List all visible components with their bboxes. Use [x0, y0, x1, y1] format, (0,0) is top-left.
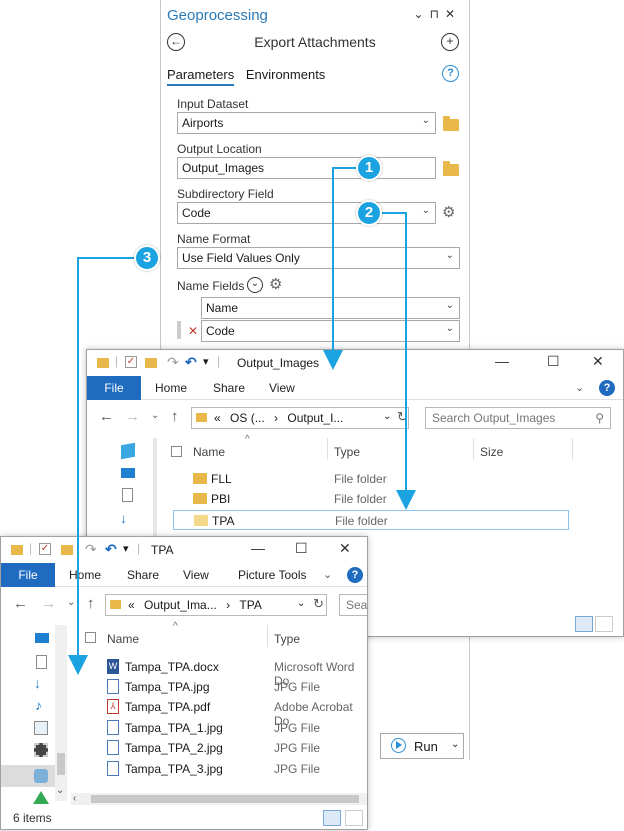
callout-1: 1: [356, 155, 382, 181]
callout-3: 3: [134, 245, 160, 271]
callout-2: 2: [356, 200, 382, 226]
callout-arrows: [68, 167, 416, 675]
arrow-2: [380, 212, 416, 510]
arrow-1: [323, 167, 360, 370]
arrow-3: [68, 257, 135, 675]
